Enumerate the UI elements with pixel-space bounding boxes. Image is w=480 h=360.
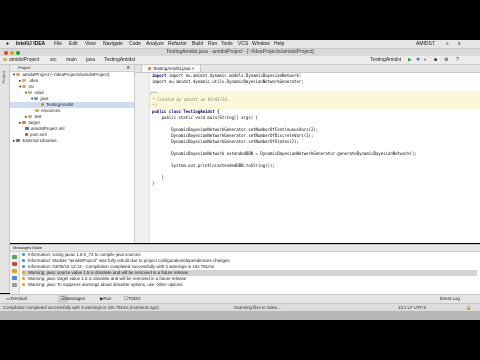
menu-refactor[interactable]: Refactor	[168, 40, 187, 48]
stop-build-icon[interactable]	[12, 262, 17, 266]
os-dock	[0, 311, 480, 320]
user-name[interactable]: AMIDST	[416, 40, 435, 48]
apple-icon[interactable]: ●	[6, 40, 9, 48]
run-config-selector[interactable]: TestingAmidst	[370, 56, 401, 64]
warning-icon	[22, 271, 25, 275]
code-line: DynamicBayesianNetwork extendedDBN = Dyn…	[152, 151, 417, 156]
list-icon[interactable]: ≡	[458, 40, 461, 48]
run-icon[interactable]: ▶	[408, 56, 412, 64]
project-panel-title[interactable]: Project	[18, 65, 30, 70]
os-menu-bar: ● IntelliJ IDEA File Edit View Navigate …	[0, 40, 480, 49]
menu-build[interactable]: Build	[192, 40, 203, 48]
menu-file[interactable]: File	[54, 40, 62, 48]
breadcrumb-project[interactable]: amidstProject	[9, 56, 39, 64]
tool-window-tabs: ▭ Terminal ☰ Messages ▶ Run ☐ TODO Event…	[0, 294, 480, 303]
menu-help[interactable]: Help	[274, 40, 284, 48]
info-icon	[22, 265, 25, 269]
search-icon[interactable]: ⌕	[446, 40, 449, 48]
event-log-tab[interactable]: Event Log	[440, 295, 460, 303]
menu-run[interactable]: Run	[208, 40, 217, 48]
export-icon[interactable]	[12, 283, 17, 287]
code-line: }	[152, 181, 155, 186]
messages-tab[interactable]: ☰ Messages	[58, 295, 85, 303]
breadcrumb-class[interactable]: TestingAmidst	[104, 56, 135, 64]
code-editor: TestingAmidst.java × import import eu.am…	[135, 65, 480, 243]
messages-toolbar	[10, 252, 20, 295]
breadcrumb-java[interactable]: java	[86, 56, 95, 64]
help-icon[interactable]: ?	[456, 56, 459, 64]
info-filter-icon[interactable]	[12, 276, 17, 280]
breadcrumb-src[interactable]: src	[50, 56, 57, 64]
todo-tab[interactable]: ☐ TODO	[124, 295, 141, 303]
editor-tab-bar: TestingAmidst.java ×	[135, 65, 480, 73]
rerun-icon[interactable]	[12, 255, 17, 259]
editor-gutter[interactable]	[135, 73, 150, 243]
code-line-main: public static void main(String[] args) {	[152, 115, 258, 120]
tree-item-external-libraries[interactable]: ▸ External Libraries	[13, 138, 57, 144]
messages-header[interactable]: Messages Make	[10, 245, 480, 252]
project-panel-header: Project ⚙	[10, 65, 134, 72]
left-tool-strip: Project	[0, 65, 10, 293]
menu-analyze[interactable]: Analyze	[146, 40, 164, 48]
app-menu[interactable]: IntelliJ IDEA	[16, 40, 45, 48]
terminal-tab[interactable]: ▭ Terminal	[6, 295, 27, 303]
warning-filter-icon[interactable]	[12, 269, 17, 273]
run-tab[interactable]: ▶ Run	[100, 295, 111, 303]
messages-panel: Messages Make Information: Using javac 1…	[10, 244, 480, 295]
menu-code[interactable]: Code	[129, 40, 141, 48]
project-tool-tab[interactable]: Project	[1, 71, 6, 83]
settings-icon[interactable]: ⚙	[444, 56, 448, 64]
message-line[interactable]: Warning: java: To suppress warnings abou…	[22, 282, 477, 288]
stop-icon[interactable]: ■	[434, 56, 437, 64]
close-window-button[interactable]	[4, 51, 8, 55]
breadcrumb-main[interactable]: main	[66, 56, 77, 64]
menu-edit[interactable]: Edit	[69, 40, 78, 48]
code-line: DynamicBayesianNetworkGenerator.setNumbe…	[152, 139, 299, 144]
info-icon	[22, 259, 25, 263]
menu-tools[interactable]: Tools	[221, 40, 233, 48]
editor-tab[interactable]: TestingAmidst.java ×	[141, 65, 202, 72]
letterbox-bottom	[0, 320, 480, 360]
warning-icon	[22, 283, 25, 287]
menu-view[interactable]: View	[85, 40, 96, 48]
code-area[interactable]: import import eu.amidst.dynamic.models.D…	[150, 73, 480, 243]
window-title-bar: TestingAmidst.java - amidstProject - [~/…	[0, 49, 480, 56]
project-panel: Project ⚙ ▾ amidstProject (~/IdeaProject…	[10, 65, 135, 243]
menu-navigate[interactable]: Navigate	[103, 40, 123, 48]
menu-window[interactable]: Window	[252, 40, 270, 48]
code-line: import eu.amidst.dynamic.utils.DynamicBa…	[152, 79, 304, 84]
coverage-icon[interactable]: ◐	[424, 56, 427, 64]
window-title: TestingAmidst.java - amidstProject - [~/…	[166, 49, 314, 55]
warning-icon	[22, 277, 25, 281]
ide-screenshot: ● IntelliJ IDEA File Edit View Navigate …	[0, 0, 480, 360]
tree-item-testingamidst[interactable]: TestingAmidst	[10, 102, 134, 108]
debug-icon[interactable]: ✱	[416, 56, 420, 64]
info-icon	[22, 253, 25, 257]
code-line: System.out.println(extendedDBN.toString(…	[152, 163, 275, 168]
minimize-window-button[interactable]	[10, 51, 14, 55]
zoom-window-button[interactable]	[16, 51, 20, 55]
navigation-bar: amidstProject src main java TestingAmids…	[0, 56, 480, 65]
gear-icon[interactable]: ⚙	[126, 65, 130, 71]
menu-vcs[interactable]: VCS	[238, 40, 248, 48]
